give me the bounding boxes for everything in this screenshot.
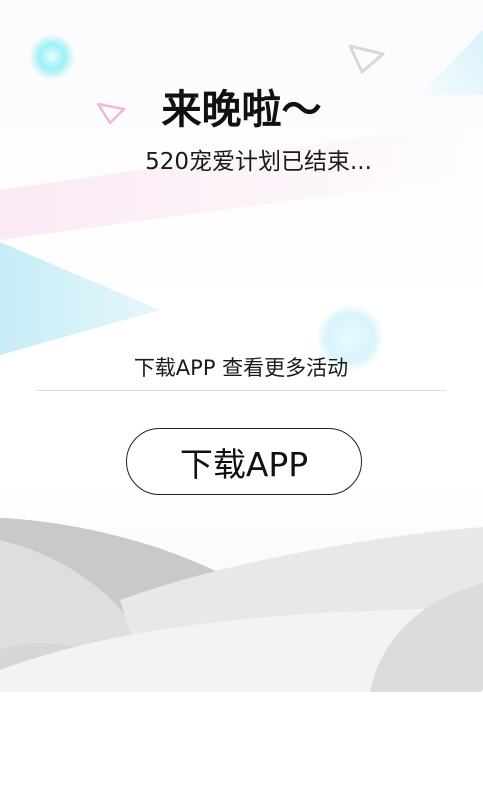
pink-band-shape <box>0 120 483 240</box>
cyan-bubble-icon <box>29 34 75 80</box>
download-app-button[interactable]: 下载APP <box>126 428 362 495</box>
page: 来晚啦～ 520宠爱计划已结束... 下载APP 查看更多活动 下载APP <box>0 0 483 802</box>
divider-line <box>36 390 446 391</box>
cyan-triangle-shape <box>0 242 160 355</box>
promo-card: 来晚啦～ 520宠爱计划已结束... 下载APP 查看更多活动 下载APP <box>0 0 483 692</box>
gray-outline-triangle-icon <box>348 44 385 74</box>
ended-message: 520宠爱计划已结束... <box>145 149 372 175</box>
page-title: 来晚啦～ <box>161 87 322 133</box>
download-hint: 下载APP 查看更多活动 <box>133 356 349 380</box>
